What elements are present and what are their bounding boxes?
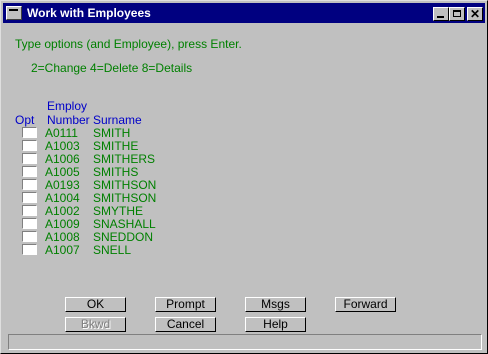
- col-header-opt: Opt: [15, 113, 35, 127]
- bkwd-button[interactable]: Bkwd: [65, 317, 126, 332]
- option-input[interactable]: [22, 218, 37, 229]
- help-button[interactable]: Help: [245, 317, 306, 332]
- employee-number: A1007: [45, 243, 80, 257]
- option-input[interactable]: [22, 231, 37, 242]
- instructions-text: Type options (and Employee), press Enter…: [15, 37, 242, 51]
- option-input[interactable]: [22, 192, 37, 203]
- minimize-icon: [437, 16, 444, 18]
- option-input[interactable]: [22, 127, 37, 138]
- option-input[interactable]: [22, 244, 37, 255]
- title-bar[interactable]: Work with Employees ✕: [3, 3, 485, 23]
- option-input[interactable]: [22, 166, 37, 177]
- option-input[interactable]: [22, 179, 37, 190]
- ok-button[interactable]: OK: [65, 297, 126, 312]
- employee-surname: SNELL: [93, 243, 132, 257]
- minimize-button[interactable]: [433, 7, 449, 21]
- window-title: Work with Employees: [27, 6, 151, 20]
- maximize-button[interactable]: [449, 7, 465, 21]
- options-legend: 2=Change 4=Delete 8=Details: [31, 61, 193, 75]
- close-icon: ✕: [469, 7, 481, 21]
- system-menu-icon[interactable]: [6, 6, 22, 20]
- status-bar: [8, 334, 482, 350]
- close-button[interactable]: ✕: [467, 7, 483, 21]
- cancel-button[interactable]: Cancel: [155, 317, 216, 332]
- forward-button[interactable]: Forward: [335, 297, 396, 312]
- employee-window: Work with Employees ✕ Type options (and …: [0, 0, 488, 354]
- maximize-icon: [453, 10, 461, 17]
- prompt-button[interactable]: Prompt: [155, 297, 216, 312]
- msgs-button[interactable]: Msgs: [245, 297, 306, 312]
- option-input[interactable]: [22, 153, 37, 164]
- option-input[interactable]: [22, 140, 37, 151]
- option-input[interactable]: [22, 205, 37, 216]
- col-header-employ: Employ: [47, 99, 88, 113]
